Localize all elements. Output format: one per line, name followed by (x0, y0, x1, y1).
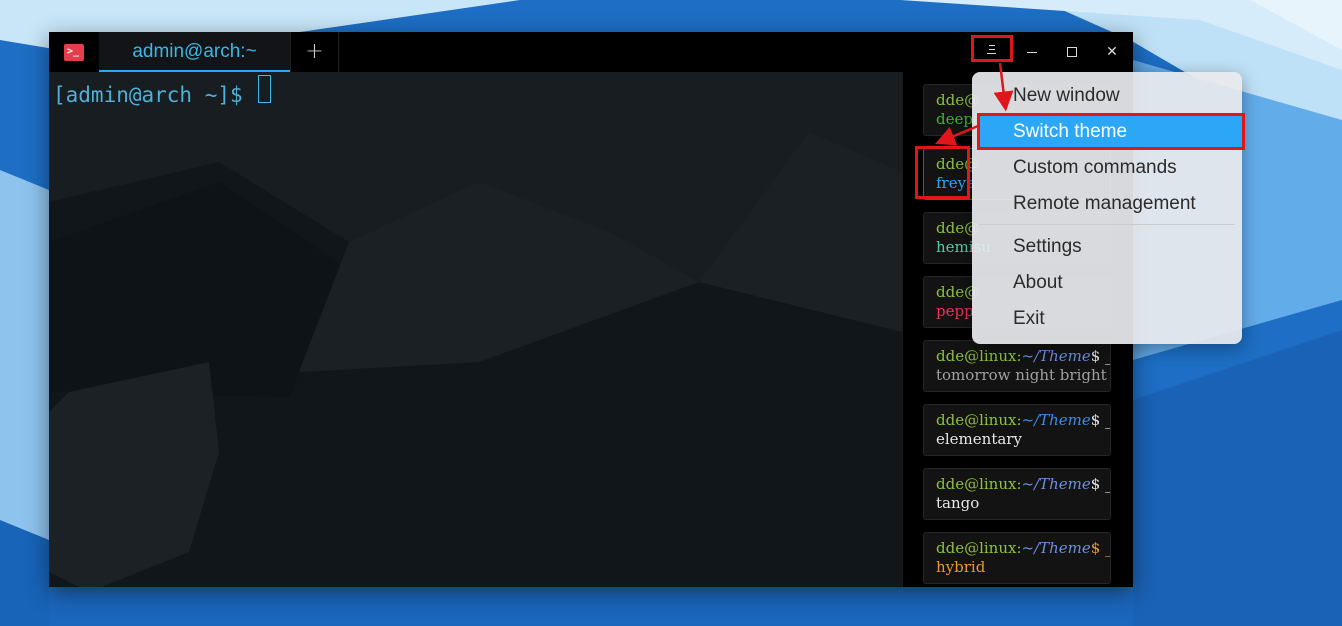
menu-item-remote-management[interactable]: Remote management (972, 186, 1242, 222)
theme-card-tango[interactable]: dde@linux:~/Theme$ _ tango (923, 468, 1111, 520)
text-cursor (258, 75, 271, 103)
menu-item-settings[interactable]: Settings (972, 229, 1242, 265)
hamburger-icon (987, 45, 996, 54)
theme-card-elementary[interactable]: dde@linux:~/Theme$ _ elementary (923, 404, 1111, 456)
terminal-app-icon: >_ (64, 44, 84, 61)
minimize-icon (1027, 52, 1037, 53)
title-bar: >_ admin@arch:~ + ✕ (49, 32, 1133, 72)
new-tab-button[interactable]: + (291, 32, 339, 72)
theme-prompt-user: dde@linux: (936, 347, 1022, 365)
close-button[interactable]: ✕ (1092, 40, 1132, 64)
minimize-button[interactable] (1012, 40, 1052, 64)
terminal-window: >_ admin@arch:~ + ✕ [admin@arch ~]$ dde@ (49, 32, 1133, 587)
main-menu-popup: New window Switch theme Custom commands … (972, 72, 1244, 344)
theme-prompt-suffix: $ _ (1090, 347, 1111, 365)
menu-separator (979, 224, 1235, 225)
terminal-area[interactable]: [admin@arch ~]$ (49, 72, 902, 587)
theme-name: tango (936, 494, 980, 512)
theme-prompt-user: dde@linux: (936, 475, 1022, 493)
menu-item-about[interactable]: About (972, 265, 1242, 301)
menu-item-new-window[interactable]: New window (972, 78, 1242, 114)
theme-name: hybrid (936, 558, 986, 576)
menu-item-switch-theme[interactable]: Switch theme (978, 114, 1244, 150)
maximize-button[interactable] (1052, 40, 1092, 64)
menu-item-custom-commands[interactable]: Custom commands (972, 150, 1242, 186)
theme-name: tomorrow night bright (936, 366, 1107, 384)
theme-prompt-path: ~/Theme (1021, 347, 1091, 365)
theme-prompt-suffix: $ _ (1090, 475, 1111, 493)
theme-prompt-suffix: $ _ (1090, 411, 1111, 429)
menu-item-exit[interactable]: Exit (972, 301, 1242, 337)
theme-card-hybrid[interactable]: dde@linux:~/Theme$ _ hybrid (923, 532, 1111, 584)
theme-name: elementary (936, 430, 1022, 448)
theme-prompt-path: ~/Theme (1021, 475, 1091, 493)
maximize-icon (1067, 47, 1077, 57)
theme-prompt-path: ~/Theme (1021, 411, 1091, 429)
theme-prompt-user: dde@linux: (936, 539, 1022, 557)
theme-prompt-path: ~/Theme (1021, 539, 1091, 557)
theme-card-tomorrow-night-bright[interactable]: dde@linux:~/Theme$ _ tomorrow night brig… (923, 340, 1111, 392)
terminal-background (49, 72, 902, 587)
theme-prompt-suffix: $ _ (1090, 539, 1111, 557)
theme-prompt-user: dde@linux: (936, 411, 1022, 429)
tab-admin-arch[interactable]: admin@arch:~ (99, 32, 290, 72)
main-menu-button[interactable] (972, 36, 1012, 62)
shell-prompt: [admin@arch ~]$ (53, 83, 243, 107)
